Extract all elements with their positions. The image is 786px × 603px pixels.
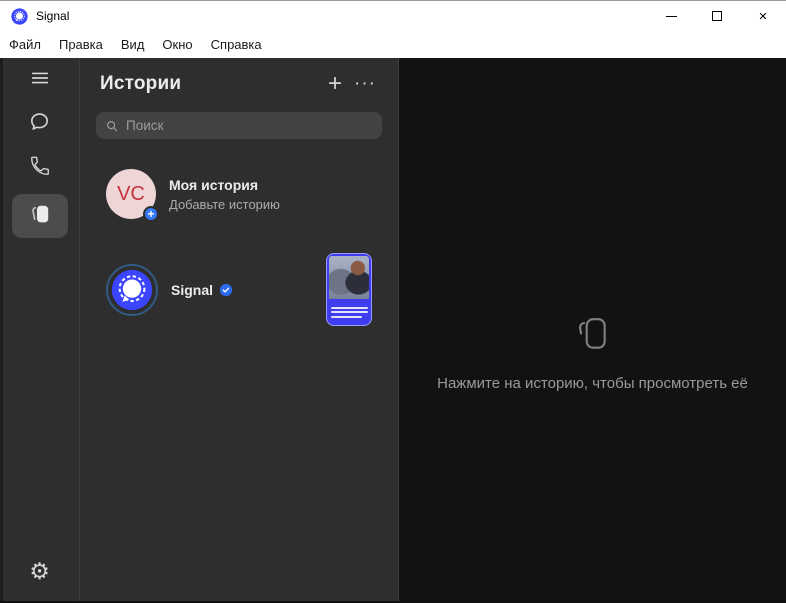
my-story-row[interactable]: VC + Моя история Добавьте историю: [90, 161, 388, 227]
page-title: Истории: [100, 73, 182, 94]
story-row-text: Signal: [171, 282, 326, 298]
menu-item-file[interactable]: Файл: [0, 37, 50, 52]
maximize-button[interactable]: [694, 1, 740, 31]
search-bar[interactable]: [96, 112, 382, 139]
titlebar: Signal ×: [0, 1, 786, 31]
minimize-icon: [665, 15, 677, 17]
search-icon: [105, 119, 119, 133]
my-story-text: Моя история Добавьте историю: [169, 177, 372, 212]
phone-icon: [29, 155, 51, 182]
close-icon: ×: [758, 7, 768, 25]
minimize-button[interactable]: [648, 1, 694, 31]
main-menu-button[interactable]: [12, 62, 68, 98]
story-sender-name: Signal: [171, 282, 326, 298]
close-button[interactable]: ×: [740, 1, 786, 31]
unread-story-ring: [106, 263, 158, 316]
settings-button[interactable]: ⚙: [12, 553, 68, 589]
stories-header: Истории + ···: [80, 58, 398, 97]
story-caption-lines: [327, 299, 371, 325]
story-preview-panel: Нажмите на историю, чтобы просмотреть её: [399, 58, 786, 601]
main-content: ⚙ Истории + ··· Поиск VC + Моя история Д…: [0, 58, 786, 603]
story-thumbnail[interactable]: [326, 253, 372, 326]
avatar-initials: VC: [117, 182, 145, 205]
menu-item-help[interactable]: Справка: [202, 37, 271, 52]
nav-calls-button[interactable]: [12, 150, 68, 186]
hamburger-icon: [29, 67, 51, 94]
more-options-button[interactable]: ···: [350, 71, 380, 97]
my-story-title: Моя история: [169, 176, 259, 193]
stories-panel: Истории + ··· Поиск VC + Моя история Доб…: [80, 58, 399, 601]
maximize-icon: [712, 11, 722, 21]
search-input[interactable]: [126, 118, 373, 133]
menu-item-view[interactable]: Вид: [112, 37, 154, 52]
gear-icon: ⚙: [29, 557, 50, 584]
signal-avatar: [110, 268, 154, 312]
window-controls: ×: [648, 1, 786, 31]
preview-hint-text: Нажмите на историю, чтобы просмотреть её: [437, 375, 748, 392]
story-preview-image: [329, 256, 369, 299]
chat-bubble-icon: [28, 110, 51, 138]
my-story-subtitle: Добавьте историю: [169, 196, 280, 212]
nav-stories-button[interactable]: [11, 194, 68, 238]
avatar: VC +: [106, 169, 159, 222]
nav-chats-button[interactable]: [12, 106, 68, 142]
sender-name-label: Signal: [171, 281, 214, 298]
nav-rail: ⚙: [0, 58, 80, 601]
signal-window: Signal × Файл Правка Вид Окно Справка ⚙ …: [0, 0, 786, 603]
signal-logo-icon: [11, 7, 28, 25]
window-title: Signal: [36, 9, 70, 23]
story-row-signal[interactable]: Signal: [90, 245, 388, 334]
ellipsis-icon: ···: [354, 73, 376, 94]
menu-item-window[interactable]: Окно: [153, 37, 201, 52]
stories-list: VC + Моя история Добавьте историю Signal: [80, 161, 398, 334]
add-story-button[interactable]: +: [320, 71, 350, 97]
add-story-badge-icon: +: [143, 206, 159, 222]
stories-icon: [28, 202, 52, 231]
stories-outline-icon: [573, 315, 611, 358]
verified-badge-icon: [219, 283, 233, 297]
menubar: Файл Правка Вид Окно Справка: [0, 31, 786, 58]
preview-placeholder: Нажмите на историю, чтобы просмотреть её: [437, 315, 748, 392]
menu-item-edit[interactable]: Правка: [50, 37, 112, 52]
plus-icon: +: [327, 70, 342, 97]
